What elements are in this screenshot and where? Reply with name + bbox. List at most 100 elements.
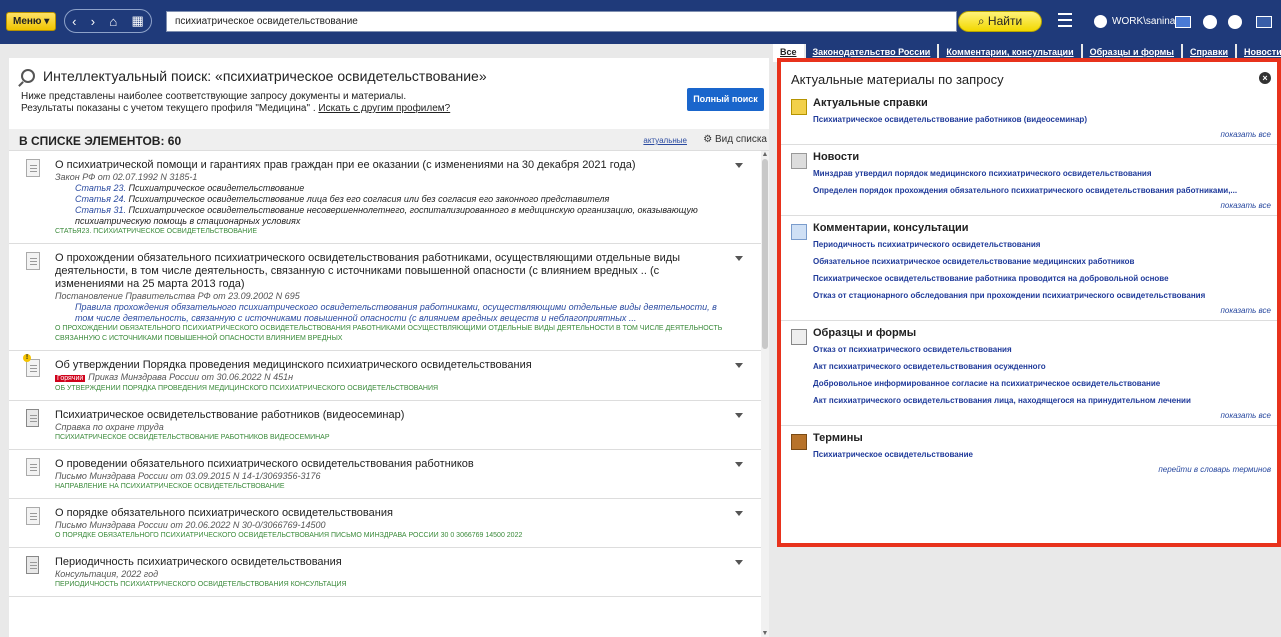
document-icon	[26, 507, 40, 525]
user-menu[interactable]: WORK\sanina	[1094, 15, 1175, 28]
full-search-button[interactable]: Полный поиск	[687, 88, 764, 111]
doc-article[interactable]: Статья 23. Психиатрическое освидетельств…	[55, 183, 723, 194]
section-link[interactable]: Психиатрическое освидетельствование рабо…	[813, 114, 1271, 125]
section-link[interactable]: Отказ от стационарного обследования при …	[813, 290, 1271, 301]
list-item[interactable]: О проведении обязательного психиатрическ…	[9, 450, 763, 499]
doc-article[interactable]: Статья 31. Психиатрическое освидетельств…	[55, 205, 723, 227]
chevron-down-icon[interactable]	[735, 363, 743, 368]
doc-title[interactable]: Периодичность психиатрического освидетел…	[55, 556, 723, 569]
folder-icon[interactable]	[1175, 16, 1191, 28]
scroll-up-icon[interactable]: ▲	[761, 151, 769, 158]
list-item[interactable]: Об утверждении Порядка проведения медици…	[9, 351, 763, 401]
results-panel: Интеллектуальный поиск: «психиатрическое…	[9, 58, 769, 637]
results-list: О психиатрической помощи и гарантиях пра…	[9, 151, 763, 637]
section-title: Актуальные справки	[813, 97, 928, 109]
section-link[interactable]: Обязательное психиатрическое освидетельс…	[813, 256, 1271, 267]
doc-source: Закон РФ от 02.07.1992 N 3185-1	[55, 172, 198, 182]
grid-icon[interactable]: ▦	[132, 13, 144, 29]
article-link[interactable]: Статья 31.	[75, 205, 126, 215]
section-link[interactable]: Периодичность психиатрического освидетел…	[813, 239, 1271, 250]
doc-source: Справка по охране труда	[55, 422, 164, 432]
find-label: Найти	[987, 14, 1023, 28]
nav-group: ‹ › ⌂ ▦	[64, 9, 152, 33]
list-item[interactable]: О прохождении обязательного психиатричес…	[9, 244, 763, 351]
list-item[interactable]: Периодичность психиатрического освидетел…	[9, 548, 763, 597]
element-count: В СПИСКЕ ЭЛЕМЕНТОВ: 60	[19, 134, 182, 148]
panel-title: Актуальные материалы по запросу	[791, 72, 1004, 87]
home-icon[interactable]: ⌂	[109, 14, 117, 29]
actual-materials-panel: Актуальные материалы по запросу × Актуал…	[777, 58, 1281, 547]
section-link[interactable]: Определен порядок прохождения обязательн…	[813, 185, 1271, 196]
close-icon[interactable]: ×	[1259, 72, 1271, 84]
doc-source: Горячий Приказ Минздрава России от 30.06.…	[55, 372, 723, 384]
chevron-down-icon[interactable]	[735, 256, 743, 261]
pen-icon	[791, 224, 807, 240]
section-link[interactable]: Отказ от психиатрического освидетельство…	[813, 344, 1271, 355]
section-comments: Комментарии, консультации Периодичность …	[781, 216, 1277, 321]
find-button[interactable]: ⌕ Найти	[958, 11, 1042, 32]
clock-icon[interactable]	[1228, 15, 1242, 29]
doc-title[interactable]: Об утверждении Порядка проведения медици…	[55, 359, 723, 372]
section-terms: Термины Психиатрическое освидетельствова…	[781, 426, 1277, 479]
page-title-text: Интеллектуальный поиск: «психиатрическое…	[43, 68, 487, 84]
article-text: Психиатрическое освидетельствование несо…	[75, 205, 698, 226]
doc-keywords: СТАТЬЯ23. ПСИХИАТРИЧЕСКОЕ ОСВИДЕТЕЛЬСТВО…	[55, 228, 258, 235]
doc-source: Консультация, 2022 год	[55, 569, 159, 579]
show-all-link[interactable]: показать все	[813, 411, 1271, 420]
article-link[interactable]: Статья 23.	[75, 183, 126, 193]
doc-title[interactable]: О прохождении обязательного психиатричес…	[55, 252, 723, 291]
menu-button[interactable]: Меню ▾	[6, 12, 56, 31]
section-link[interactable]: Акт психиатрического освидетельствования…	[813, 395, 1271, 406]
reference-icon	[791, 99, 807, 115]
show-all-link[interactable]: показать все	[813, 306, 1271, 315]
back-icon[interactable]: ‹	[72, 14, 76, 29]
chevron-down-icon[interactable]	[735, 163, 743, 168]
scroll-thumb[interactable]	[762, 159, 768, 349]
reference-icon	[26, 556, 39, 574]
chat-icon[interactable]	[1256, 16, 1272, 28]
list-item[interactable]: Психиатрическое освидетельствование рабо…	[9, 401, 763, 450]
dictionary-icon	[791, 434, 807, 450]
chevron-down-icon[interactable]	[735, 462, 743, 467]
section-link[interactable]: Минздрав утвердил порядок медицинского п…	[813, 168, 1271, 179]
doc-title[interactable]: Психиатрическое освидетельствование рабо…	[55, 409, 723, 422]
doc-source-text: Приказ Минздрава России от 30.06.2022 N …	[88, 372, 294, 382]
section-forms: Образцы и формы Отказ от психиатрическог…	[781, 321, 1277, 426]
hamburger-icon[interactable]	[1058, 13, 1072, 27]
chevron-down-icon[interactable]	[735, 511, 743, 516]
doc-title[interactable]: О порядке обязательного психиатрического…	[55, 507, 723, 520]
chevron-down-icon[interactable]	[1203, 15, 1217, 29]
article-link[interactable]: Статья 24.	[75, 194, 126, 204]
list-item[interactable]: О психиатрической помощи и гарантиях пра…	[9, 151, 763, 244]
doc-keywords: О ПРОХОЖДЕНИИ ОБЯЗАТЕЛЬНОГО ПСИХИАТРИЧЕС…	[55, 325, 723, 342]
section-link[interactable]: Акт психиатрического освидетельствования…	[813, 361, 1271, 372]
menu-label: Меню	[13, 16, 42, 27]
scroll-down-icon[interactable]: ▼	[761, 630, 769, 637]
chevron-down-icon[interactable]	[735, 413, 743, 418]
doc-quote[interactable]: Правила прохождения обязательного психиа…	[55, 302, 723, 324]
list-item[interactable]: О порядке обязательного психиатрического…	[9, 499, 763, 548]
search-input[interactable]: психиатрическое освидетельствование	[166, 11, 957, 32]
doc-title[interactable]: О проведении обязательного психиатрическ…	[55, 458, 723, 471]
section-link[interactable]: Психиатрическое освидетельствование рабо…	[813, 273, 1271, 284]
form-icon	[791, 329, 807, 345]
section-link[interactable]: Добровольное информированное согласие на…	[813, 378, 1271, 389]
doc-keywords: НАПРАВЛЕНИЕ НА ПСИХИАТРИЧЕСКОЕ ОСВИДЕТЕЛ…	[55, 483, 285, 490]
doc-article[interactable]: Статья 24. Психиатрическое освидетельств…	[55, 194, 723, 205]
show-all-link[interactable]: показать все	[813, 130, 1271, 139]
change-profile-link[interactable]: Искать с другим профилем?	[318, 103, 450, 114]
dictionary-link[interactable]: перейти в словарь терминов	[813, 465, 1271, 474]
doc-source: Письмо Минздрава России от 20.06.2022 N …	[55, 520, 326, 530]
chevron-down-icon[interactable]	[735, 560, 743, 565]
section-link[interactable]: Психиатрическое освидетельствование	[813, 449, 1271, 460]
actual-filter-link[interactable]: актуальные	[643, 136, 687, 145]
doc-title[interactable]: О психиатрической помощи и гарантиях пра…	[55, 159, 723, 172]
forward-icon[interactable]: ›	[91, 14, 95, 29]
list-view-button[interactable]: ⚙ Вид списка	[703, 134, 767, 145]
doc-source: Письмо Минздрава России от 03.09.2015 N …	[55, 471, 321, 481]
doc-keywords: О ПОРЯДКЕ ОБЯЗАТЕЛЬНОГО ПСИХИАТРИЧЕСКОГО…	[55, 532, 523, 539]
search-description: Ниже представлены наиболее соответствующ…	[21, 91, 757, 115]
section-title: Новости	[813, 151, 860, 163]
show-all-link[interactable]: показать все	[813, 201, 1271, 210]
results-scrollbar[interactable]: ▲ ▼	[761, 151, 769, 637]
